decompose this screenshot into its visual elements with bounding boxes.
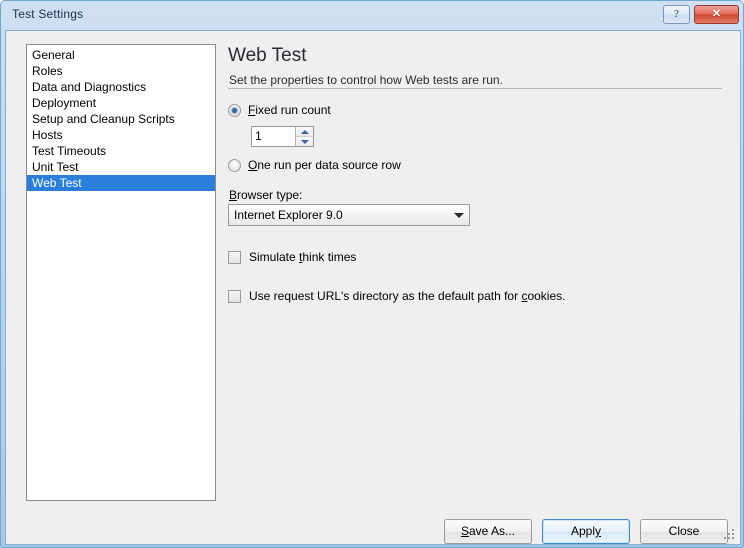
- sidebar-item-general[interactable]: General: [27, 47, 215, 63]
- resize-grip-icon[interactable]: [724, 529, 736, 541]
- save-as-button[interactable]: Save As...: [444, 519, 532, 544]
- run-count-stepper[interactable]: 1: [251, 126, 314, 147]
- fixed-run-count-radio-row[interactable]: Fixed run count: [228, 103, 331, 117]
- close-button[interactable]: Close: [640, 519, 728, 544]
- page-title: Web Test: [228, 45, 307, 66]
- radio-selected-icon[interactable]: [228, 103, 241, 117]
- dialog-button-bar: Save As... Apply Close: [6, 519, 740, 544]
- sidebar-item-roles[interactable]: Roles: [27, 63, 215, 79]
- sidebar-item-hosts[interactable]: Hosts: [27, 127, 215, 143]
- sidebar-item-data-and-diagnostics[interactable]: Data and Diagnostics: [27, 79, 215, 95]
- one-run-per-data-source-row-radio-row[interactable]: One run per data source row: [228, 158, 401, 172]
- page-subtitle: Set the properties to control how Web te…: [229, 73, 503, 87]
- settings-category-list[interactable]: General Roles Data and Diagnostics Deplo…: [26, 44, 216, 501]
- triangle-down-icon: [300, 139, 309, 144]
- titlebar[interactable]: Test Settings ? ✕: [1, 1, 744, 30]
- sidebar-item-test-timeouts[interactable]: Test Timeouts: [27, 143, 215, 159]
- help-icon-button[interactable]: ?: [663, 5, 690, 24]
- browser-type-selected-value: Internet Explorer 9.0: [234, 208, 343, 222]
- browser-type-select[interactable]: Internet Explorer 9.0: [228, 204, 470, 226]
- test-settings-dialog: Test Settings ? ✕ General Roles Data and…: [0, 0, 744, 548]
- titlebar-button-group: ? ✕: [663, 5, 739, 24]
- label-pre: Simulate: [249, 250, 300, 264]
- run-count-input[interactable]: 1: [252, 127, 295, 146]
- label-post: hink times: [302, 250, 357, 264]
- accelerator-letter: S: [460, 524, 469, 538]
- simulate-think-times-label: Simulate think times: [249, 250, 356, 264]
- fixed-run-count-label-rest: ixed run count: [255, 103, 331, 117]
- sidebar-item-unit-test[interactable]: Unit Test: [27, 159, 215, 175]
- stepper-down-button[interactable]: [296, 137, 313, 146]
- triangle-up-icon: [300, 129, 309, 134]
- stepper-buttons: [295, 127, 313, 146]
- accelerator-letter: O: [248, 158, 258, 172]
- web-test-pane: Web Test Set the properties to control h…: [223, 31, 733, 544]
- browser-type-label: Browser type:: [229, 188, 302, 202]
- use-request-url-directory-row[interactable]: Use request URL's directory as the defau…: [228, 289, 565, 303]
- stepper-up-button[interactable]: [296, 127, 313, 137]
- use-request-url-directory-label: Use request URL's directory as the defau…: [249, 289, 565, 303]
- one-run-per-data-source-row-label: One run per data source row: [248, 158, 401, 172]
- apply-button[interactable]: Apply: [542, 519, 630, 544]
- dialog-client-area: General Roles Data and Diagnostics Deplo…: [6, 31, 740, 544]
- header-divider: [228, 88, 722, 89]
- label-pre: Use request URL's directory as the defau…: [249, 289, 522, 303]
- accelerator-letter: B: [229, 188, 238, 202]
- accelerator-letter: y: [595, 524, 602, 538]
- browser-type-label-rest: rowser type:: [237, 188, 303, 202]
- checkbox-unchecked-icon[interactable]: [228, 250, 241, 264]
- radio-unselected-icon[interactable]: [228, 158, 241, 172]
- close-window-button[interactable]: ✕: [694, 5, 739, 24]
- simulate-think-times-row[interactable]: Simulate think times: [228, 250, 356, 264]
- fixed-run-count-label: Fixed run count: [248, 103, 331, 117]
- sidebar-item-deployment[interactable]: Deployment: [27, 95, 215, 111]
- label-post: ookies.: [527, 289, 566, 303]
- save-as-label-rest: ave As...: [468, 524, 516, 538]
- checkbox-unchecked-icon[interactable]: [228, 289, 241, 303]
- one-run-label-rest: ne run per data source row: [257, 158, 401, 172]
- apply-label-pre: Appl: [570, 524, 596, 538]
- sidebar-item-web-test[interactable]: Web Test: [27, 175, 215, 191]
- combo-arrow-box[interactable]: [449, 205, 469, 225]
- window-title: Test Settings: [12, 7, 84, 21]
- chevron-down-icon: [454, 212, 464, 218]
- sidebar-item-setup-and-cleanup-scripts[interactable]: Setup and Cleanup Scripts: [27, 111, 215, 127]
